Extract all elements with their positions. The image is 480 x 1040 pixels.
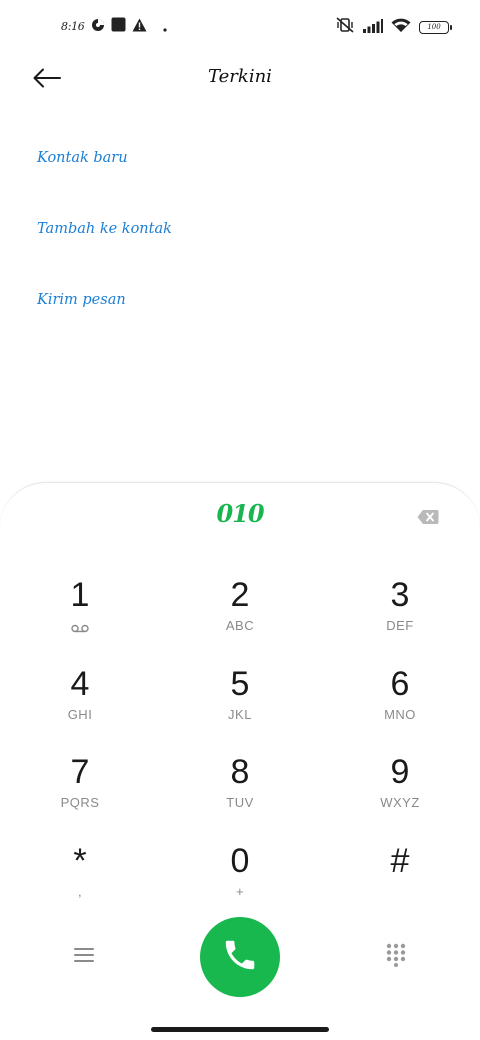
send-message-option[interactable]: Kirim pesan — [37, 282, 172, 318]
add-to-contact-option[interactable]: Tambah ke kontak — [37, 211, 172, 247]
menu-icon — [72, 948, 96, 971]
key-digit: 1 — [70, 576, 90, 614]
backspace-button[interactable] — [417, 509, 439, 525]
key-letters: TUV — [226, 795, 254, 810]
key-hash[interactable]: # — [340, 841, 460, 921]
dialer-bottom-bar — [0, 915, 480, 999]
status-time: 8:16 — [61, 20, 85, 33]
key-letters: , — [77, 884, 83, 899]
key-digit: 5 — [230, 665, 250, 703]
key-digit: * — [73, 842, 87, 880]
dialpad-toggle-button[interactable] — [385, 943, 407, 967]
key-letters: MNO — [384, 707, 416, 722]
square-notification-icon — [111, 17, 126, 36]
key-4[interactable]: 4 GHI — [20, 664, 140, 744]
key-digit: 9 — [390, 753, 410, 791]
key-digit: 4 — [70, 665, 90, 703]
action-list: Kontak baru Tambah ke kontak Kirim pesan — [37, 140, 172, 353]
dialpad-icon — [385, 943, 407, 971]
key-digit: 3 — [390, 576, 410, 614]
key-letters: GHI — [67, 707, 93, 722]
dial-panel: 010 1 2 ABC 3 DEF 4 GHI 5 JKL 6 MNO 7 PQ… — [0, 482, 480, 1040]
key-3[interactable]: 3 DEF — [340, 575, 460, 655]
backspace-icon — [417, 510, 439, 529]
key-7[interactable]: 7 PQRS — [20, 752, 140, 832]
home-indicator[interactable] — [151, 1027, 329, 1032]
voicemail-icon — [20, 618, 140, 634]
warning-icon — [132, 17, 147, 36]
key-8[interactable]: 8 TUV — [180, 752, 300, 832]
key-9[interactable]: 9 WXYZ — [340, 752, 460, 832]
key-letters: DEF — [386, 618, 414, 633]
key-digit: 6 — [390, 665, 410, 703]
key-0[interactable]: 0 + — [180, 841, 300, 921]
key-5[interactable]: 5 JKL — [180, 664, 300, 744]
key-letters: PQRS — [60, 795, 100, 810]
key-letters: WXYZ — [380, 795, 420, 810]
key-letters — [340, 884, 460, 900]
new-contact-option[interactable]: Kontak baru — [37, 140, 172, 176]
call-button[interactable] — [200, 917, 280, 997]
dot-icon — [162, 17, 167, 36]
key-letters: ABC — [225, 618, 255, 633]
key-1[interactable]: 1 — [20, 575, 140, 655]
key-letters: + — [235, 884, 245, 899]
dialed-number: 010 — [216, 499, 264, 528]
status-right: 100 — [335, 17, 452, 37]
status-left: 8:16 — [61, 17, 167, 36]
key-digit: 2 — [230, 576, 250, 614]
battery-level: 100 — [427, 23, 441, 31]
key-6[interactable]: 6 MNO — [340, 664, 460, 744]
menu-button[interactable] — [72, 943, 96, 967]
key-digit: 0 — [230, 842, 250, 880]
key-digit: 8 — [230, 753, 250, 791]
page-title: Terkini — [208, 66, 272, 87]
app-header: Terkini — [0, 54, 480, 106]
key-digit: # — [390, 842, 410, 880]
status-bar: 8:16 100 — [0, 0, 480, 54]
key-star[interactable]: * , — [20, 841, 140, 921]
key-2[interactable]: 2 ABC — [180, 575, 300, 655]
battery-icon: 100 — [419, 20, 452, 34]
signal-icon — [363, 18, 383, 37]
wifi-icon — [391, 18, 411, 37]
key-letters: JKL — [228, 707, 252, 722]
data-saver-icon — [91, 17, 105, 36]
phone-icon — [221, 936, 259, 978]
key-digit: 7 — [70, 753, 90, 791]
muted-vibrate-icon — [335, 17, 355, 37]
